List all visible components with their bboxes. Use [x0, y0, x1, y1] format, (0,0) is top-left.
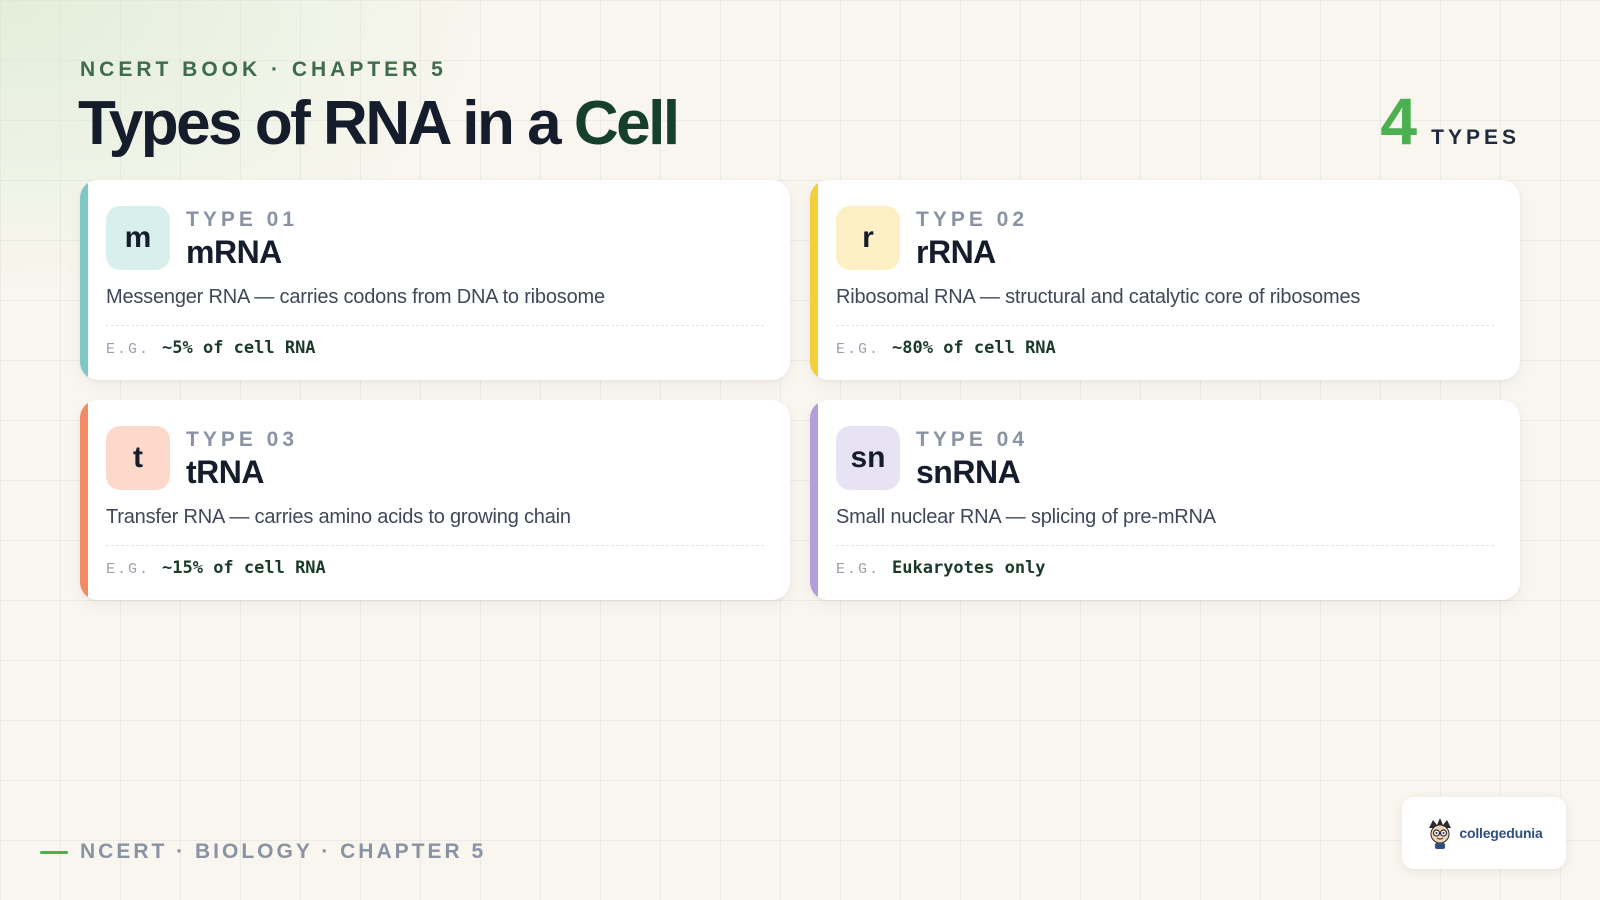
card-example: E.G. ~5% of cell RNA	[106, 338, 316, 358]
card-badge: sn	[836, 426, 900, 490]
card-divider	[106, 325, 764, 326]
card-example-label: E.G.	[836, 561, 881, 578]
card-example-value: ~80% of cell RNA	[892, 338, 1056, 358]
title-main: Types of RNA in a	[78, 89, 574, 158]
card-example-value: ~15% of cell RNA	[162, 558, 326, 578]
rna-card-rrna: r TYPE 02 rRNA Ribosomal RNA — structura…	[810, 180, 1520, 380]
footer-dash	[40, 850, 68, 854]
mascot-icon	[1429, 818, 1452, 849]
card-example-label: E.G.	[106, 561, 151, 578]
logo-brand: collegedunia	[1459, 825, 1543, 841]
card-accent-bar	[810, 180, 818, 380]
card-example-value: ~5% of cell RNA	[162, 338, 316, 358]
card-description: Messenger RNA — carries codons from DNA …	[106, 286, 605, 308]
eyebrow-label: NCERT BOOK · CHAPTER 5	[80, 58, 447, 81]
card-name: tRNA	[186, 454, 264, 490]
card-example-value: Eukaryotes only	[892, 558, 1046, 578]
card-accent-bar	[80, 180, 88, 380]
rna-card-trna: t TYPE 03 tRNA Transfer RNA — carries am…	[80, 400, 790, 600]
rna-card-mrna: m TYPE 01 mRNA Messenger RNA — carries c…	[80, 180, 790, 380]
card-description: Small nuclear RNA — splicing of pre-mRNA	[836, 506, 1216, 528]
card-example: E.G. Eukaryotes only	[836, 558, 1046, 578]
card-description: Transfer RNA — carries amino acids to gr…	[106, 506, 571, 528]
card-badge: t	[106, 426, 170, 490]
card-description: Ribosomal RNA — structural and catalytic…	[836, 286, 1361, 308]
card-accent-bar	[80, 400, 88, 600]
card-example-label: E.G.	[836, 341, 881, 358]
collegedunia-logo[interactable]: collegedunia	[1402, 797, 1566, 869]
card-name: mRNA	[186, 234, 282, 270]
card-name: snRNA	[916, 454, 1021, 490]
footer: NCERT · BIOLOGY · CHAPTER 5	[40, 840, 486, 864]
card-example: E.G. ~15% of cell RNA	[106, 558, 326, 578]
card-example-label: E.G.	[106, 341, 151, 358]
card-type-label: TYPE 03	[186, 428, 299, 451]
type-count-number: 4	[1380, 84, 1418, 158]
card-type-label: TYPE 02	[916, 208, 1029, 231]
title-accent: Cell	[573, 89, 680, 158]
footer-text: NCERT · BIOLOGY · CHAPTER 5	[80, 840, 487, 863]
rna-card-snrna: sn TYPE 04 snRNA Small nuclear RNA — spl…	[810, 400, 1520, 600]
card-badge: m	[106, 206, 170, 270]
card-divider	[106, 545, 764, 546]
card-name: rRNA	[916, 234, 996, 270]
page-title: Types of RNA in a Cell	[78, 88, 680, 159]
card-type-label: TYPE 04	[916, 428, 1029, 451]
type-count-label: TYPES	[1431, 126, 1520, 149]
card-badge: r	[836, 206, 900, 270]
card-divider	[836, 545, 1494, 546]
card-example: E.G. ~80% of cell RNA	[836, 338, 1056, 358]
type-count: 4 TYPES	[1380, 88, 1520, 154]
card-divider	[836, 325, 1494, 326]
card-accent-bar	[810, 400, 818, 600]
card-type-label: TYPE 01	[186, 208, 299, 231]
